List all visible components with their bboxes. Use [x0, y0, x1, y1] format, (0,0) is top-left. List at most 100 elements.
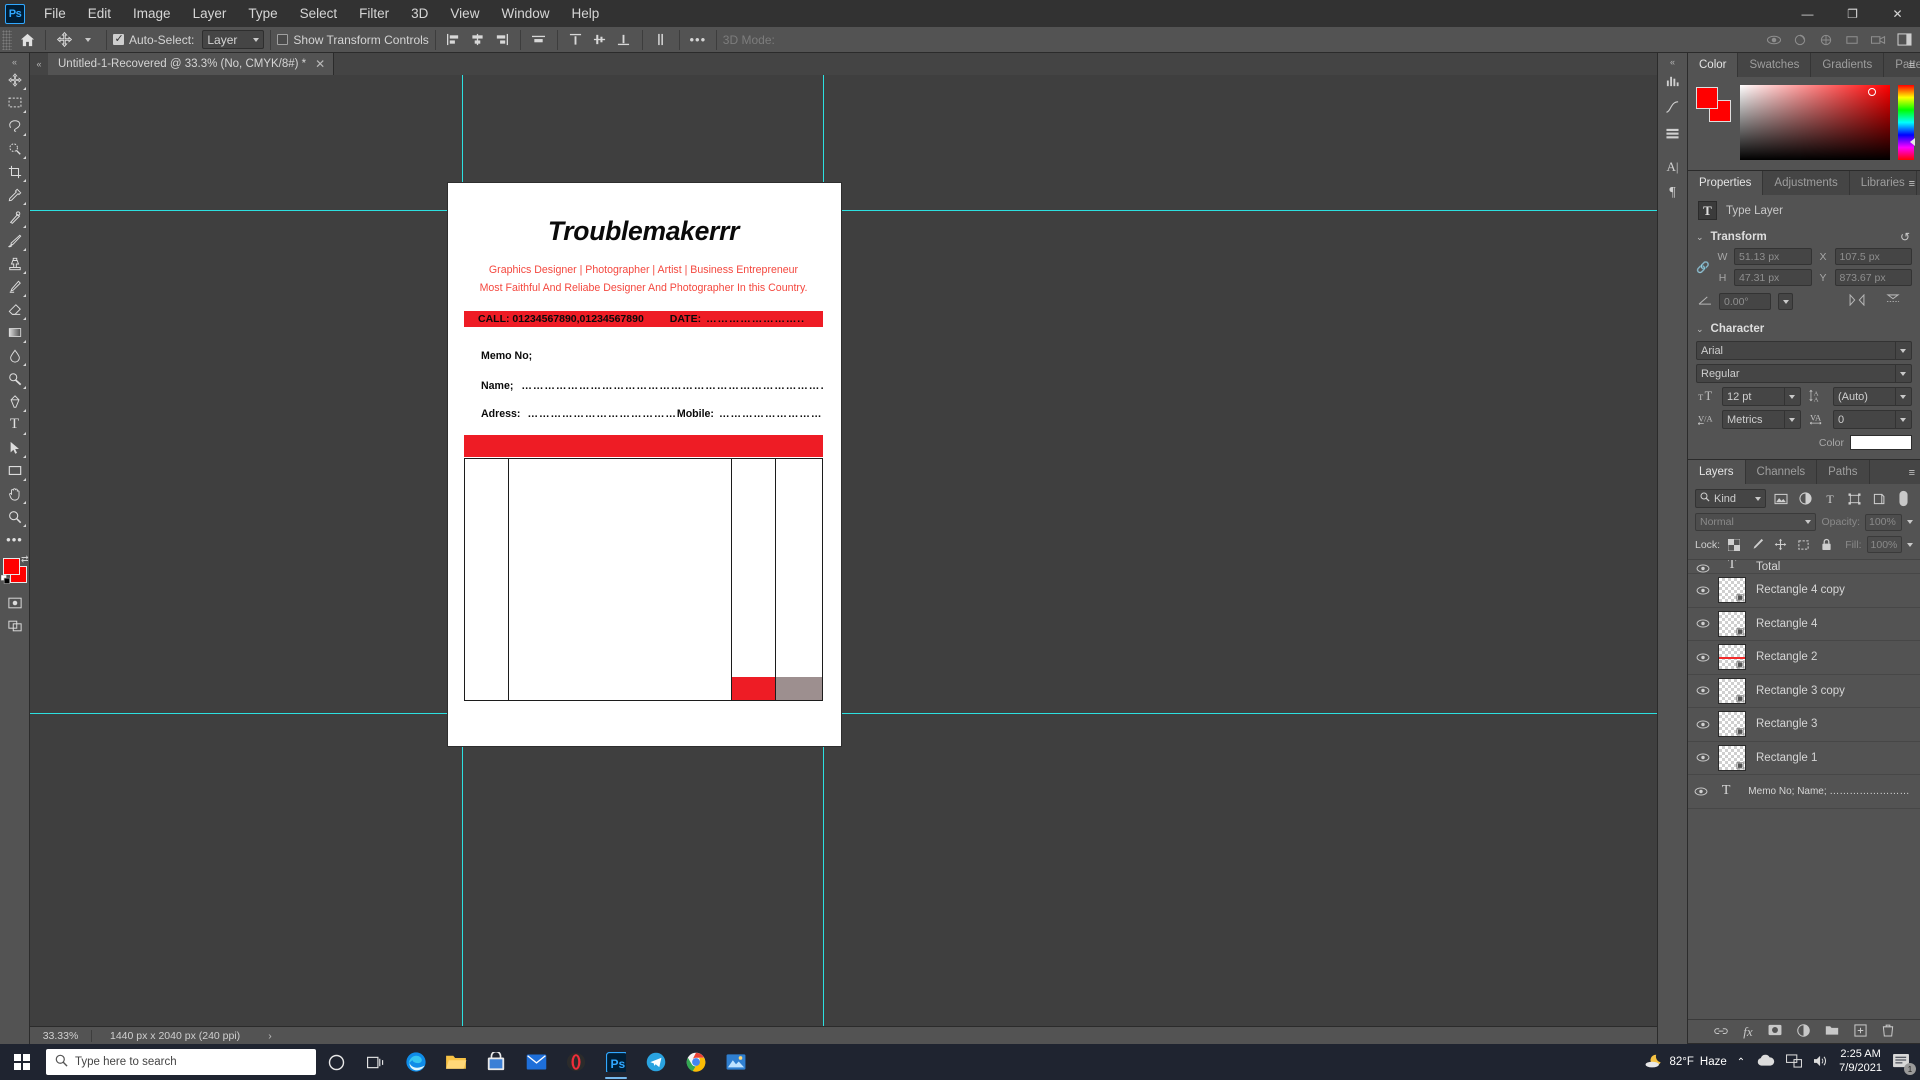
lasso-tool[interactable]	[2, 114, 28, 137]
layer-visibility-toggle[interactable]	[1688, 753, 1718, 762]
3d-orbit-icon[interactable]	[1762, 29, 1786, 51]
onedrive-icon[interactable]	[1756, 1054, 1775, 1070]
tab-swatches[interactable]: Swatches	[1738, 53, 1812, 77]
new-group-icon[interactable]	[1825, 1024, 1839, 1039]
libraries-icon[interactable]	[1660, 120, 1686, 146]
marquee-tool[interactable]	[2, 91, 28, 114]
cortana-icon[interactable]	[316, 1044, 356, 1080]
color-panel-menu-icon[interactable]: ≡	[1909, 60, 1915, 72]
layer-visibility-toggle[interactable]	[1688, 653, 1718, 662]
auto-select-checkbox[interactable]: Auto-Select:	[113, 32, 194, 47]
clone-stamp-tool[interactable]	[2, 252, 28, 275]
align-left-edges-icon[interactable]	[442, 29, 466, 51]
delete-layer-icon[interactable]	[1882, 1024, 1894, 1040]
clock[interactable]: 2:25 AM 7/9/2021	[1839, 1048, 1882, 1076]
status-expand-arrow-icon[interactable]: ›	[240, 1030, 272, 1042]
tab-channels[interactable]: Channels	[1745, 460, 1818, 484]
character-section-header[interactable]: ⌄ Character	[1688, 318, 1920, 338]
file-explorer-icon[interactable]	[436, 1044, 476, 1080]
type-filter-icon[interactable]: T	[1821, 489, 1840, 508]
layer-list[interactable]: T Total ▣ Rectangle 4 copy ▣ Rectangle 4…	[1688, 559, 1920, 1019]
adjustment-filter-icon[interactable]	[1796, 489, 1815, 508]
layer-visibility-toggle[interactable]	[1688, 720, 1718, 729]
task-view-icon[interactable]	[356, 1044, 396, 1080]
table-row[interactable]: T Total	[1688, 560, 1920, 574]
layer-filter-kind-dropdown[interactable]: Kind	[1695, 489, 1766, 508]
menu-item-layer[interactable]: Layer	[182, 2, 238, 25]
distribute-horizontally-icon[interactable]	[527, 29, 551, 51]
flip-horizontal-icon[interactable]	[1849, 293, 1865, 309]
table-row[interactable]: ▣ Rectangle 2	[1688, 641, 1920, 675]
layer-visibility-toggle[interactable]	[1688, 619, 1718, 628]
link-dimensions-icon[interactable]: 🔗	[1696, 261, 1710, 274]
default-colors-icon[interactable]	[0, 572, 10, 587]
color-field-picker[interactable]	[1868, 88, 1876, 96]
shape-filter-icon[interactable]	[1845, 489, 1864, 508]
3d-roll-icon[interactable]	[1788, 29, 1812, 51]
more-tools-icon[interactable]: •••	[2, 528, 28, 551]
text-color-swatch[interactable]	[1850, 435, 1912, 450]
type-tool[interactable]: T	[2, 413, 28, 436]
font-size-dropdown[interactable]: 12 pt	[1722, 387, 1801, 406]
transform-section-header[interactable]: ⌄ Transform ↺	[1688, 226, 1920, 246]
tabstrip-collapse-button[interactable]: «	[30, 53, 48, 75]
options-bar-grip[interactable]	[2, 29, 12, 50]
show-transform-controls-checkbox[interactable]: Show Transform Controls	[277, 33, 429, 47]
leading-dropdown[interactable]: (Auto)	[1833, 387, 1912, 406]
crop-tool[interactable]	[2, 160, 28, 183]
maximize-button[interactable]: ❐	[1830, 0, 1875, 27]
store-icon[interactable]	[476, 1044, 516, 1080]
auto-select-scope-dropdown[interactable]: Layer	[202, 30, 265, 49]
menu-item-edit[interactable]: Edit	[77, 2, 122, 25]
transform-x-input[interactable]: 107.5 px	[1834, 248, 1912, 265]
font-style-dropdown[interactable]: Regular	[1696, 364, 1912, 383]
tab-layers[interactable]: Layers	[1688, 460, 1746, 484]
move-tool-icon[interactable]	[52, 29, 76, 51]
photoshop-icon[interactable]: Ps	[596, 1044, 636, 1080]
pixel-filter-icon[interactable]	[1772, 489, 1791, 508]
tab-color[interactable]: Color	[1688, 53, 1739, 77]
reset-icon[interactable]: ↺	[1900, 230, 1910, 244]
lock-all-icon[interactable]	[1817, 535, 1835, 554]
swap-colors-icon[interactable]: ⇄	[21, 554, 29, 565]
document-page[interactable]: Troublemakerrr Graphics Designer | Photo…	[448, 183, 841, 746]
brush-tool[interactable]	[2, 229, 28, 252]
font-family-dropdown[interactable]: Arial	[1696, 341, 1912, 360]
new-layer-icon[interactable]	[1854, 1023, 1867, 1040]
status-zoom-level[interactable]: 33.33%	[30, 1029, 92, 1042]
quick-selection-tool[interactable]	[2, 137, 28, 160]
color-field[interactable]	[1740, 85, 1890, 160]
opacity-input[interactable]: 100%	[1865, 513, 1902, 531]
transform-w-input[interactable]: 51.13 px	[1734, 248, 1812, 265]
blur-tool[interactable]	[2, 344, 28, 367]
tab-gradients[interactable]: Gradients	[1811, 53, 1885, 77]
align-right-edges-icon[interactable]	[490, 29, 514, 51]
telegram-icon[interactable]	[636, 1044, 676, 1080]
menu-item-type[interactable]: Type	[237, 2, 288, 25]
quick-mask-icon[interactable]	[2, 591, 28, 614]
menu-item-filter[interactable]: Filter	[348, 2, 400, 25]
align-bottom-edges-icon[interactable]	[612, 29, 636, 51]
table-row[interactable]: ▣ Rectangle 4 copy	[1688, 574, 1920, 608]
transform-y-input[interactable]: 873.67 px	[1834, 269, 1912, 286]
blend-mode-dropdown[interactable]: Normal	[1695, 513, 1817, 531]
close-icon[interactable]: ✕	[315, 57, 325, 71]
table-row[interactable]: ▣ Rectangle 4	[1688, 607, 1920, 641]
menu-item-select[interactable]: Select	[289, 2, 349, 25]
align-horizontal-centers-icon[interactable]	[466, 29, 490, 51]
transform-h-input[interactable]: 47.31 px	[1734, 269, 1812, 286]
pen-tool[interactable]	[2, 390, 28, 413]
close-button[interactable]: ✕	[1875, 0, 1920, 27]
home-icon[interactable]	[15, 29, 39, 51]
adjustments-curves-icon[interactable]	[1660, 94, 1686, 120]
3d-camera-icon[interactable]	[1866, 29, 1890, 51]
canvas-area[interactable]: Troublemakerrr Graphics Designer | Photo…	[30, 75, 1657, 1026]
chrome-icon[interactable]	[676, 1044, 716, 1080]
notification-center-button[interactable]: 1	[1892, 1053, 1916, 1075]
eyedropper-tool[interactable]	[2, 183, 28, 206]
add-mask-icon[interactable]	[1768, 1024, 1782, 1039]
path-selection-tool[interactable]	[2, 436, 28, 459]
table-row[interactable]: ▣ Rectangle 3 copy	[1688, 674, 1920, 708]
tracking-dropdown[interactable]: 0	[1833, 410, 1912, 429]
menu-item-file[interactable]: File	[33, 2, 77, 25]
